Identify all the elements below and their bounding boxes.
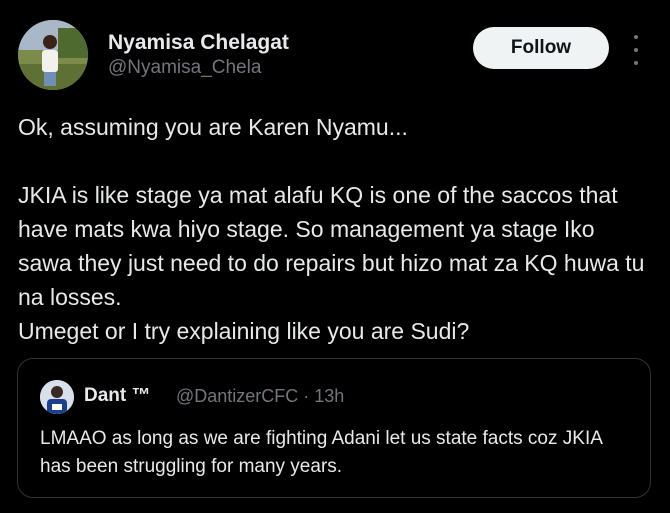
more-dot xyxy=(634,35,638,39)
author-avatar[interactable] xyxy=(18,20,88,90)
author-handle[interactable]: @Nyamisa_Chela xyxy=(108,56,289,80)
quoted-author-avatar[interactable] xyxy=(40,380,74,414)
tweet-header: Nyamisa Chelagat @Nyamisa_Chela Follow xyxy=(18,20,652,92)
quoted-tweet-text: LMAAO as long as we are fighting Adani l… xyxy=(40,428,602,477)
more-options-icon[interactable] xyxy=(629,35,643,65)
more-dot xyxy=(634,48,638,52)
author-display-name[interactable]: Nyamisa Chelagat xyxy=(108,30,289,56)
tweet-text: Ok, assuming you are Karen Nyamu... JKIA… xyxy=(18,114,645,344)
quoted-author-name[interactable]: Dant ™ xyxy=(84,385,151,407)
quoted-tweet[interactable]: Dant ™ @DantizerCFC · 13h LMAAO as long … xyxy=(17,358,651,498)
follow-button[interactable]: Follow xyxy=(473,27,609,69)
author-avatar-image xyxy=(18,20,88,90)
quoted-author-handle-time[interactable]: @DantizerCFC · 13h xyxy=(176,386,344,407)
more-dot xyxy=(634,61,638,65)
quoted-avatar-image xyxy=(40,380,74,414)
